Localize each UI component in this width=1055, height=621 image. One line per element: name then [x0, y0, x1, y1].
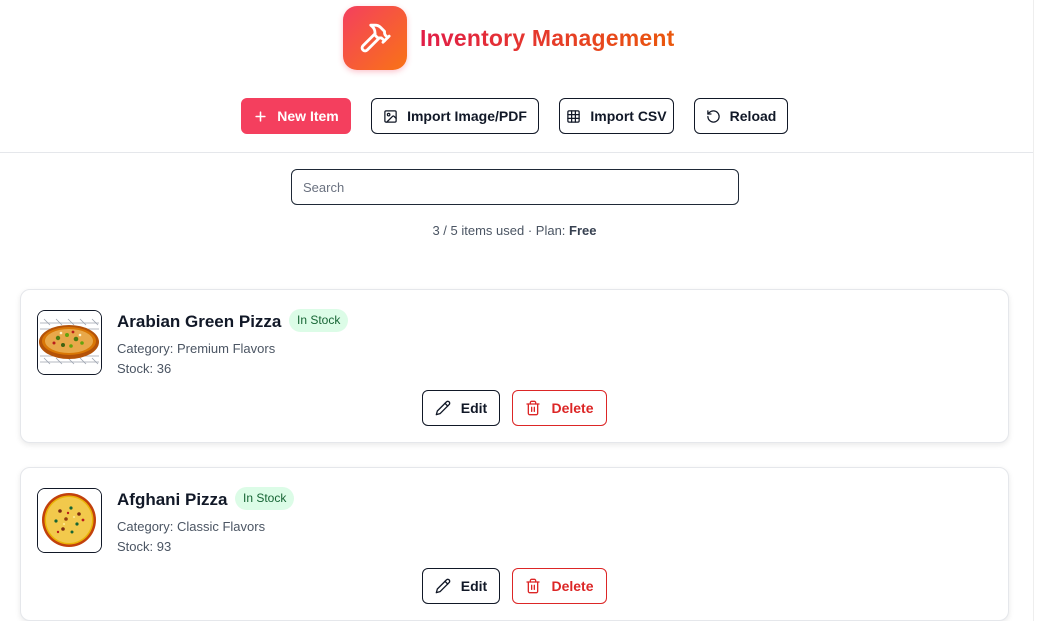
app-header: Inventory Management New Item Import Ima… — [0, 0, 1033, 153]
item-category: Category: Premium Flavors — [117, 341, 276, 356]
item-stock: Stock: 36 — [117, 361, 172, 376]
item-stock: Stock: 93 — [117, 539, 172, 554]
pencil-icon — [435, 400, 451, 416]
import-csv-button[interactable]: Import CSV — [559, 98, 674, 134]
import-csv-label: Import CSV — [590, 108, 667, 124]
status-badge: In Stock — [235, 487, 295, 510]
usage-summary: 3 / 5 items used · Plan: Free — [0, 223, 1029, 238]
trash-icon — [526, 400, 541, 416]
trash-icon — [526, 578, 541, 594]
edit-button[interactable]: Edit — [422, 568, 500, 604]
edit-button[interactable]: Edit — [422, 390, 500, 426]
search-input[interactable] — [291, 169, 739, 205]
app-logo — [343, 6, 407, 70]
pizza-image — [38, 311, 101, 374]
edit-label: Edit — [460, 578, 488, 594]
delete-button[interactable]: Delete — [512, 568, 607, 604]
toolbar: New Item Import Image/PDF Import CSV Rel… — [0, 98, 1033, 134]
item-card: Afghani Pizza In Stock Category: Classic… — [20, 467, 1009, 621]
item-category: Category: Classic Flavors — [117, 519, 266, 534]
status-badge: In Stock — [289, 309, 349, 332]
item-name: Afghani Pizza — [117, 490, 228, 509]
item-name: Arabian Green Pizza — [117, 312, 282, 331]
table-icon — [567, 109, 581, 123]
image-icon — [384, 109, 397, 123]
page: Inventory Management New Item Import Ima… — [0, 0, 1055, 621]
edit-label: Edit — [460, 400, 488, 416]
app-title: Inventory Management — [420, 24, 675, 51]
hammer-icon — [360, 23, 391, 53]
reload-button[interactable]: Reload — [694, 98, 788, 134]
plus-icon — [255, 110, 266, 122]
delete-label: Delete — [551, 578, 594, 594]
usage-count: 3 / 5 items used · Plan: — [432, 223, 566, 238]
import-image-pdf-button[interactable]: Import Image/PDF — [371, 98, 539, 134]
scrollbar[interactable] — [1033, 0, 1055, 621]
new-item-button[interactable]: New Item — [241, 98, 351, 134]
delete-label: Delete — [551, 400, 594, 416]
pizza-image — [38, 489, 101, 552]
new-item-label: New Item — [277, 108, 339, 124]
item-thumbnail — [37, 310, 102, 375]
rotate-ccw-icon — [706, 109, 720, 123]
item-thumbnail — [37, 488, 102, 553]
reload-label: Reload — [729, 108, 777, 124]
plan-name: Free — [569, 223, 597, 238]
brand: Inventory Management — [343, 6, 675, 70]
item-card: Arabian Green Pizza In Stock Category: P… — [20, 289, 1009, 443]
pencil-icon — [435, 578, 451, 594]
import-image-pdf-label: Import Image/PDF — [407, 108, 527, 124]
delete-button[interactable]: Delete — [512, 390, 607, 426]
